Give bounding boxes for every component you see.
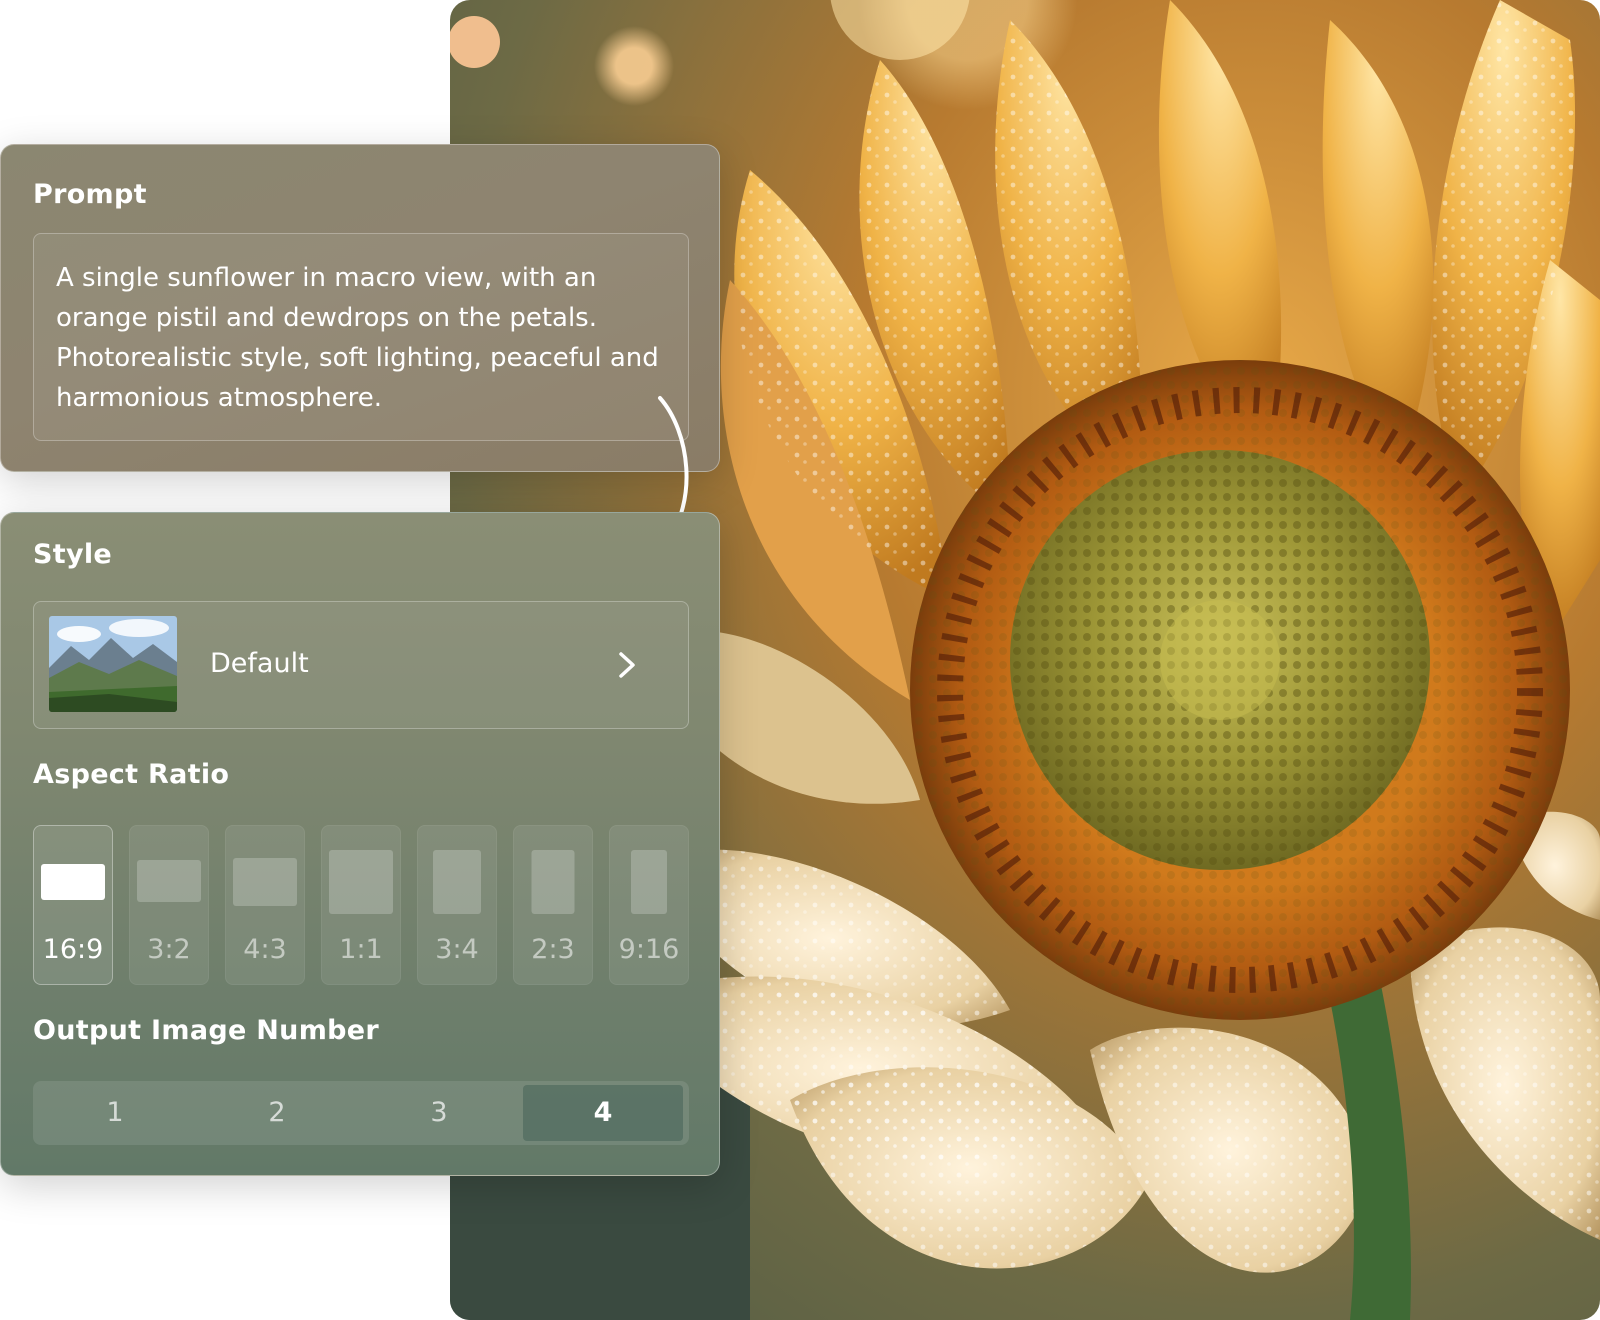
aspect-ratio-options: 16:9 3:2 4:3 1:1 3:4 2:3 9:16 bbox=[33, 825, 689, 985]
prompt-panel: Prompt A single sunflower in macro view,… bbox=[0, 144, 720, 472]
ratio-shape-2-3-icon bbox=[531, 850, 575, 914]
style-title: Style bbox=[33, 539, 113, 570]
aspect-ratio-1-1[interactable]: 1:1 bbox=[321, 825, 401, 985]
output-number-selector: 1 2 3 4 bbox=[33, 1081, 689, 1145]
ratio-shape-4-3-icon bbox=[233, 858, 297, 906]
aspect-ratio-label: 3:4 bbox=[435, 934, 479, 965]
aspect-ratio-label: 9:16 bbox=[618, 934, 680, 965]
aspect-ratio-title: Aspect Ratio bbox=[33, 759, 230, 790]
aspect-ratio-16-9[interactable]: 16:9 bbox=[33, 825, 113, 985]
output-number-title: Output Image Number bbox=[33, 1015, 379, 1046]
aspect-ratio-label: 4:3 bbox=[243, 934, 287, 965]
settings-panel: Style Default Aspect Ratio 16:9 3:2 4:3 … bbox=[0, 512, 720, 1176]
ratio-shape-1-1-icon bbox=[329, 850, 393, 914]
aspect-ratio-9-16[interactable]: 9:16 bbox=[609, 825, 689, 985]
output-number-2[interactable]: 2 bbox=[197, 1085, 357, 1141]
prompt-title: Prompt bbox=[33, 179, 147, 210]
mountain-landscape-thumbnail bbox=[49, 616, 177, 712]
aspect-ratio-3-2[interactable]: 3:2 bbox=[129, 825, 209, 985]
output-number-1[interactable]: 1 bbox=[35, 1085, 195, 1141]
output-number-3[interactable]: 3 bbox=[359, 1085, 519, 1141]
aspect-ratio-label: 1:1 bbox=[339, 934, 383, 965]
ratio-shape-3-2-icon bbox=[137, 860, 201, 902]
aspect-ratio-label: 2:3 bbox=[531, 934, 575, 965]
chevron-right-icon bbox=[619, 652, 635, 678]
ratio-shape-3-4-icon bbox=[433, 850, 481, 914]
ratio-shape-9-16-icon bbox=[631, 850, 667, 914]
aspect-ratio-label: 3:2 bbox=[147, 934, 191, 965]
style-selector[interactable]: Default bbox=[33, 601, 689, 729]
aspect-ratio-2-3[interactable]: 2:3 bbox=[513, 825, 593, 985]
ratio-shape-16-9-icon bbox=[41, 864, 105, 900]
aspect-ratio-4-3[interactable]: 4:3 bbox=[225, 825, 305, 985]
aspect-ratio-label: 16:9 bbox=[42, 934, 104, 965]
prompt-textarea[interactable]: A single sunflower in macro view, with a… bbox=[33, 233, 689, 441]
output-number-4[interactable]: 4 bbox=[523, 1085, 683, 1141]
stage: Prompt A single sunflower in macro view,… bbox=[0, 0, 1600, 1320]
style-selected-label: Default bbox=[210, 648, 309, 679]
aspect-ratio-3-4[interactable]: 3:4 bbox=[417, 825, 497, 985]
